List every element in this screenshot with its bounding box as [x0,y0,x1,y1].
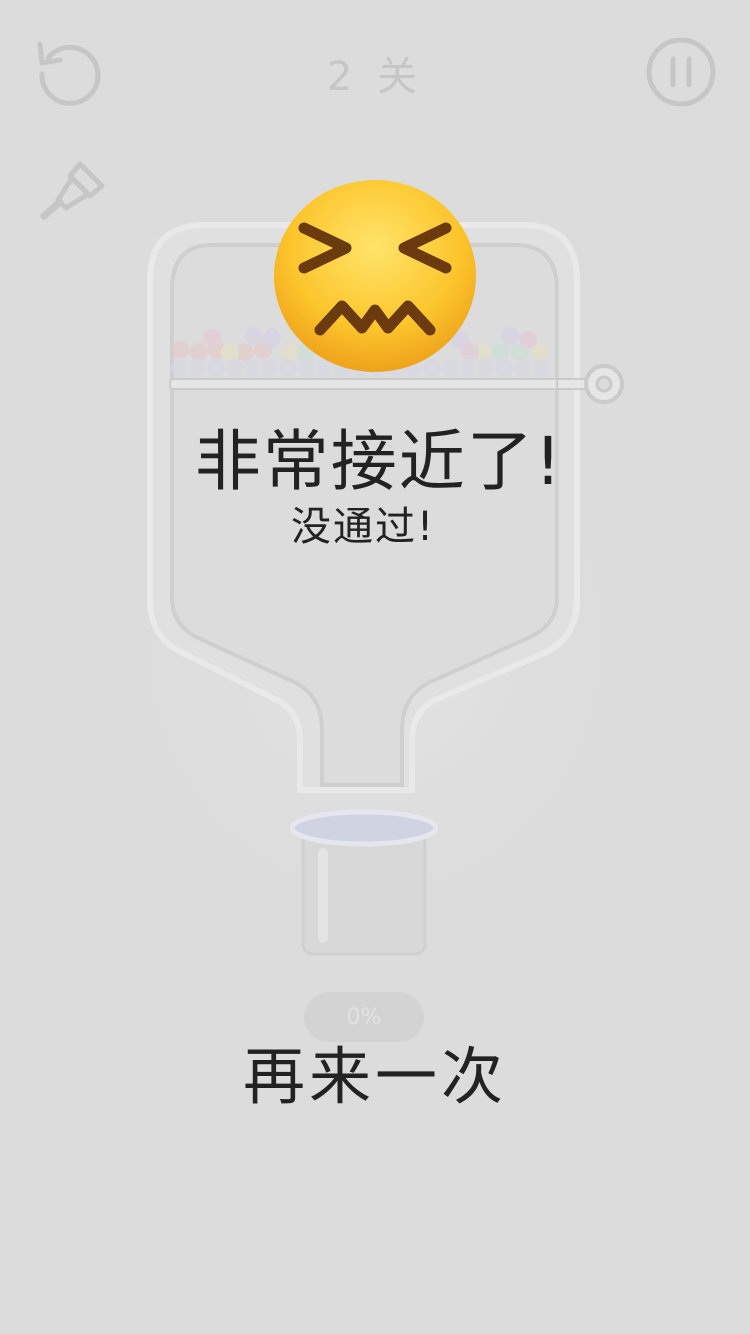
pause-button[interactable] [644,35,718,109]
level-title: 2 关 [326,54,424,100]
paintbrush-icon[interactable] [36,156,108,224]
result-subline: 没通过! [290,504,436,550]
result-headline: 非常接近了! [194,423,564,500]
confounded-face-icon [274,180,476,372]
collection-cup [289,809,439,956]
retry-button[interactable]: 再来一次 [200,1026,550,1116]
